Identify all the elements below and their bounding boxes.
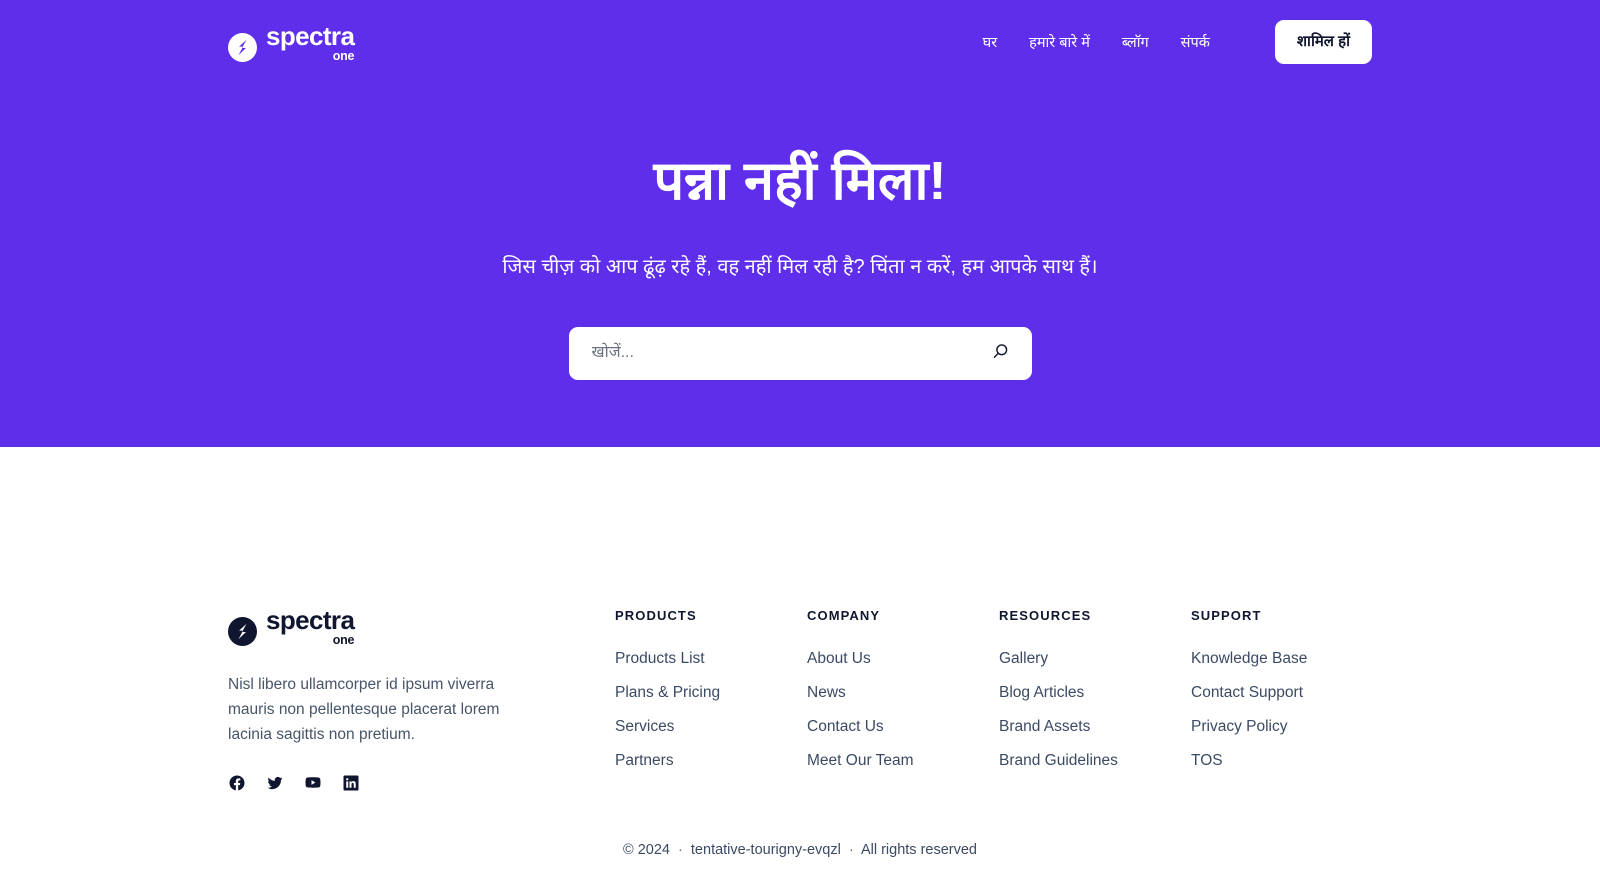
- nav-item: संपर्क: [1165, 24, 1226, 60]
- join-button[interactable]: शामिल हों: [1274, 20, 1372, 64]
- top-navbar: spectra one घर हमारे बारे में ब्लॉग संपर…: [0, 0, 1600, 84]
- list-item: Brand Assets: [999, 715, 1191, 739]
- footer-link-contact-support[interactable]: Contact Support: [1191, 681, 1303, 705]
- header-logo-wordmark: spectra one: [266, 20, 355, 63]
- page-title: पन्ना नहीं मिला!: [653, 151, 947, 211]
- footer-column-support: SUPPORT Knowledge Base Contact Support P…: [1191, 608, 1383, 783]
- hero-section: spectra one घर हमारे बारे में ब्लॉग संपर…: [0, 0, 1600, 447]
- copyright-rights: All rights reserved: [860, 842, 977, 858]
- search-box: [568, 326, 1032, 380]
- list-item: News: [807, 681, 999, 705]
- brand-name: spectra: [266, 605, 355, 635]
- list-item: Knowledge Base: [1191, 647, 1383, 671]
- brand-sub: one: [332, 48, 355, 63]
- search-icon: [991, 342, 1010, 364]
- search-input[interactable]: [591, 326, 990, 380]
- footer-logo[interactable]: spectra one: [228, 605, 558, 647]
- copyright-site: tentative-tourigny-evqzl: [690, 842, 841, 858]
- footer-link-plans-pricing[interactable]: Plans & Pricing: [615, 681, 720, 705]
- footer-logo-wordmark: spectra one: [266, 605, 355, 647]
- linkedin-icon[interactable]: [342, 774, 360, 792]
- footer-link-brand-guidelines[interactable]: Brand Guidelines: [999, 749, 1118, 773]
- footer-link-knowledge-base[interactable]: Knowledge Base: [1191, 647, 1307, 671]
- page-root: spectra one घर हमारे बारे में ब्लॉग संपर…: [0, 0, 1600, 877]
- brand-sub: one: [332, 632, 355, 647]
- footer-link-services[interactable]: Services: [615, 715, 674, 739]
- footer-column-title: SUPPORT: [1191, 608, 1262, 623]
- nav-item: ब्लॉग: [1106, 24, 1165, 60]
- footer-link-gallery[interactable]: Gallery: [999, 647, 1048, 671]
- footer-link-list: About Us News Contact Us Meet Our Team: [807, 647, 999, 773]
- nav-links: घर हमारे बारे में ब्लॉग संपर्क: [967, 24, 1226, 60]
- footer-column-title: RESOURCES: [999, 608, 1092, 623]
- list-item: Privacy Policy: [1191, 715, 1383, 739]
- nav-link-blog[interactable]: ब्लॉग: [1106, 24, 1165, 60]
- footer-section: spectra one Nisl libero ullamcorper id i…: [0, 447, 1600, 877]
- list-item: TOS: [1191, 749, 1383, 773]
- footer-column-company: COMPANY About Us News Contact Us Meet Ou…: [807, 608, 999, 783]
- footer-link-about-us[interactable]: About Us: [807, 647, 871, 671]
- search-submit-button[interactable]: [990, 342, 1012, 364]
- youtube-icon[interactable]: [304, 774, 322, 792]
- hero-content: पन्ना नहीं मिला! जिस चीज़ को आप ढूंढ़ रह…: [0, 84, 1600, 380]
- list-item: Products List: [615, 647, 807, 671]
- footer-link-list: Products List Plans & Pricing Services P…: [615, 647, 807, 773]
- twitter-icon[interactable]: [266, 774, 284, 792]
- footer-link-news[interactable]: News: [807, 681, 846, 705]
- footer-link-privacy-policy[interactable]: Privacy Policy: [1191, 715, 1287, 739]
- spectra-circle-s-logo-icon: [228, 617, 257, 647]
- list-item: Gallery: [999, 647, 1191, 671]
- footer-description: Nisl libero ullamcorper id ipsum viverra…: [228, 676, 500, 744]
- header-logo[interactable]: spectra one: [228, 20, 355, 63]
- nav-link-home[interactable]: घर: [967, 24, 1014, 60]
- list-item: Plans & Pricing: [615, 681, 807, 705]
- nav-item: हमारे बारे में: [1013, 24, 1106, 60]
- social-links: [228, 774, 558, 792]
- list-item: Contact Us: [807, 715, 999, 739]
- footer-link-columns: PRODUCTS Products List Plans & Pricing S…: [558, 608, 1383, 783]
- copyright-separator-2: ·: [848, 842, 854, 858]
- nav-item: घर: [967, 24, 1014, 60]
- footer-link-list: Knowledge Base Contact Support Privacy P…: [1191, 647, 1383, 773]
- list-item: About Us: [807, 647, 999, 671]
- list-item: Meet Our Team: [807, 749, 999, 773]
- nav-right-group: घर हमारे बारे में ब्लॉग संपर्क शामिल हों: [967, 20, 1372, 64]
- footer-link-contact-us[interactable]: Contact Us: [807, 715, 884, 739]
- copyright-symbol: ©: [623, 842, 634, 858]
- copyright-bar: © 2024 · tentative-tourigny-evqzl · All …: [0, 842, 1600, 858]
- footer-link-list: Gallery Blog Articles Brand Assets Brand…: [999, 647, 1191, 773]
- copyright-separator-1: ·: [678, 842, 683, 858]
- brand-name: spectra: [266, 20, 355, 51]
- list-item: Blog Articles: [999, 681, 1191, 705]
- footer-column-title: PRODUCTS: [615, 608, 697, 623]
- facebook-icon[interactable]: [228, 774, 246, 792]
- footer-column-title: COMPANY: [807, 608, 881, 623]
- list-item: Brand Guidelines: [999, 749, 1191, 773]
- list-item: Contact Support: [1191, 681, 1383, 705]
- footer-inner: spectra one Nisl libero ullamcorper id i…: [0, 447, 1600, 792]
- footer-link-meet-our-team[interactable]: Meet Our Team: [807, 749, 914, 773]
- list-item: Partners: [615, 749, 807, 773]
- footer-link-products-list[interactable]: Products List: [615, 647, 705, 671]
- nav-link-contact[interactable]: संपर्क: [1165, 24, 1226, 60]
- spectra-circle-s-logo-icon: [228, 33, 257, 63]
- footer-column-resources: RESOURCES Gallery Blog Articles Brand As…: [999, 608, 1191, 783]
- footer-link-brand-assets[interactable]: Brand Assets: [999, 715, 1090, 739]
- footer-brand-column: spectra one Nisl libero ullamcorper id i…: [228, 605, 558, 792]
- footer-column-products: PRODUCTS Products List Plans & Pricing S…: [615, 608, 807, 783]
- list-item: Services: [615, 715, 807, 739]
- hero-subtitle: जिस चीज़ को आप ढूंढ़ रहे हैं, वह नहीं मि…: [502, 255, 1098, 278]
- footer-link-tos[interactable]: TOS: [1191, 749, 1223, 773]
- footer-link-blog-articles[interactable]: Blog Articles: [999, 681, 1084, 705]
- nav-link-about[interactable]: हमारे बारे में: [1013, 24, 1106, 60]
- copyright-year: 2024: [637, 842, 670, 858]
- footer-link-partners[interactable]: Partners: [615, 749, 674, 773]
